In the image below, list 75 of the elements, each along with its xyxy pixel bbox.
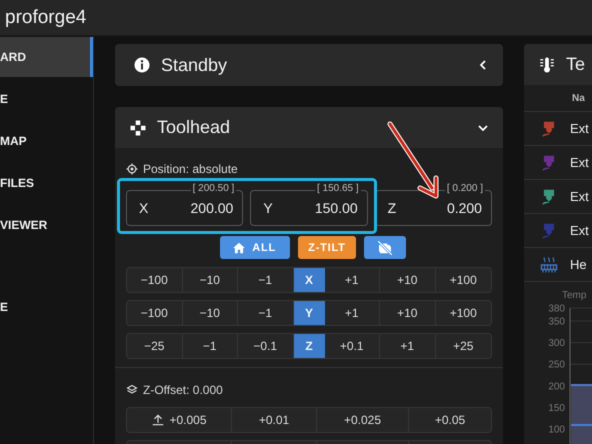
- jog-button[interactable]: −0.1: [238, 334, 294, 358]
- motor-off-icon: [376, 238, 394, 256]
- info-icon: [133, 56, 151, 74]
- position-mode: Position: absolute: [143, 162, 238, 176]
- axis-tick-label: 100: [548, 424, 565, 436]
- heater-row[interactable]: Ext: [524, 112, 592, 146]
- home-icon: [232, 240, 246, 254]
- heater-name: Ext: [570, 121, 589, 136]
- app-title: proforge4: [5, 6, 86, 28]
- z-offset-label: Z-Offset: 0.000: [143, 383, 223, 397]
- jog-button[interactable]: +1: [324, 301, 380, 325]
- offset-button[interactable]: +0.025: [317, 408, 409, 432]
- crosshair-icon: [126, 163, 138, 175]
- axis-button[interactable]: Z: [294, 334, 324, 358]
- axis-tick-label: 300: [548, 338, 565, 350]
- heater-name: He: [570, 257, 587, 272]
- jog-button[interactable]: −25: [127, 334, 182, 358]
- jog-button[interactable]: +1: [380, 334, 436, 358]
- axis-tick-label: 350: [548, 316, 565, 328]
- nav-item[interactable]: MAP: [0, 121, 93, 161]
- chart-title: Temp: [562, 290, 586, 301]
- field-value: 0.200: [446, 200, 482, 216]
- offset-button[interactable]: +0.005: [127, 408, 232, 432]
- axis-tick-label: 200: [548, 381, 565, 392]
- heater-row[interactable]: Ext: [524, 146, 592, 180]
- target-value: [ 200.50 ]: [190, 183, 236, 195]
- motors-off-button[interactable]: [364, 236, 406, 259]
- jog-button[interactable]: +100: [436, 268, 491, 292]
- jog-button[interactable]: −1: [238, 268, 294, 292]
- heater-name: Ext: [570, 223, 589, 238]
- jog-button[interactable]: +1: [324, 268, 380, 292]
- nav-item[interactable]: ARD: [0, 37, 93, 77]
- jog-button[interactable]: +100: [436, 301, 491, 325]
- jog-button[interactable]: +10: [380, 268, 436, 292]
- card-title: Standby: [161, 54, 228, 76]
- jog-button[interactable]: +25: [436, 334, 491, 358]
- heater-name: Ext: [570, 189, 589, 204]
- nav-item[interactable]: E: [0, 79, 93, 119]
- target-value: [ 150.65 ]: [314, 183, 361, 195]
- jog-button[interactable]: −100: [127, 268, 182, 292]
- thermometer-icon: [538, 56, 556, 74]
- field-value: 150.00: [314, 200, 358, 216]
- jog-button[interactable]: +10: [380, 301, 436, 325]
- axis-tick-label: 150: [548, 402, 565, 414]
- gamepad-icon: [129, 118, 147, 136]
- axis-button[interactable]: X: [294, 268, 324, 292]
- axis-label: Y: [263, 200, 273, 216]
- offset-button[interactable]: +0.01: [232, 408, 317, 432]
- heater-row[interactable]: He: [524, 248, 592, 282]
- jog-button[interactable]: +0.1: [324, 334, 380, 358]
- nav-item[interactable]: E: [0, 287, 93, 327]
- heater-row[interactable]: Ext: [524, 214, 592, 248]
- axis-tick-label: 250: [548, 360, 565, 371]
- jog-button[interactable]: −10: [182, 268, 238, 292]
- nav-item[interactable]: VIEWER: [0, 205, 93, 245]
- nav-item[interactable]: FILES: [0, 163, 93, 203]
- field-value: 200.00: [190, 200, 234, 216]
- target-value: [ 0.200 ]: [444, 183, 485, 195]
- heater-name: Ext: [570, 155, 589, 170]
- jog-button[interactable]: −1: [238, 301, 294, 325]
- axis-label: X: [139, 200, 148, 216]
- heater-row[interactable]: Ext: [524, 180, 592, 214]
- layers-icon: [126, 384, 138, 396]
- axis-button[interactable]: Y: [294, 301, 324, 325]
- axis-label: Z: [388, 200, 396, 216]
- card-title: Te: [566, 54, 586, 75]
- jog-button[interactable]: −100: [127, 301, 182, 325]
- axis-tick-label: 380: [548, 304, 565, 314]
- jog-button[interactable]: −10: [182, 301, 238, 325]
- offset-button[interactable]: +0.05: [409, 408, 491, 432]
- raise-icon: [151, 413, 166, 427]
- column-header: Na: [572, 92, 585, 104]
- jog-button[interactable]: −1: [182, 334, 238, 358]
- temperature-graph-drawing: [571, 384, 592, 444]
- card-title: Toolhead: [157, 117, 230, 138]
